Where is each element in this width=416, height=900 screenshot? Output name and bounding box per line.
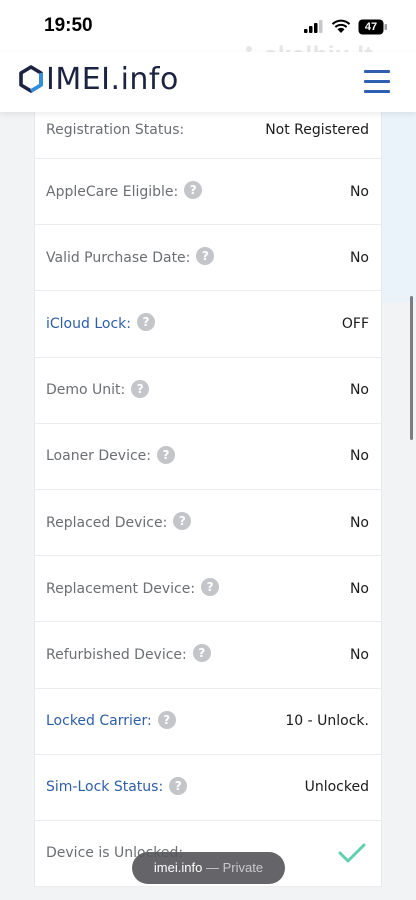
table-row: Sim-Lock Status:? Unlocked [35,755,381,821]
row-value: No [349,448,369,465]
table-row: Loaner Device:? No [35,424,381,490]
table-row: AppleCare Eligible:? No [35,159,381,226]
row-label: AppleCare Eligible:? [46,181,203,200]
table-row: Replacement Device:? No [35,556,381,623]
table-row: Demo Unit:? No [35,358,381,424]
background-accent [382,112,416,302]
row-label: Refurbished Device:? [46,644,211,663]
row-value: No [349,514,369,531]
help-icon[interactable]: ? [157,710,176,729]
row-label[interactable]: iCloud Lock:? [46,313,155,332]
row-label-text[interactable]: Sim-Lock Status: [46,779,163,795]
row-value: OFF [341,315,369,332]
row-value: 10 - Unlock. [285,713,369,730]
help-icon[interactable]: ? [173,512,192,531]
wifi-icon [331,19,351,33]
row-label: Registration Status: [46,122,184,138]
row-label: Valid Purchase Date:? [46,247,215,266]
table-row: Valid Purchase Date:? No [35,225,381,292]
row-label-text: Registration Status: [46,122,185,138]
row-label: Loaner Device:? [46,445,175,465]
content-area: Registration Status: Not Registered AppleC… [0,112,416,900]
row-label-text: Refurbished Device: [46,646,187,663]
table-row: Registration Status: Not Registered [35,112,381,159]
logo-text[interactable]: IMEI.info [46,62,179,97]
imei-logo-icon[interactable] [18,65,44,95]
row-label: Replacement Device:? [46,578,220,597]
table-row: Locked Carrier:? 10 - Unlock. [35,689,381,755]
row-label[interactable]: Locked Carrier:? [46,710,176,729]
help-icon[interactable]: ? [169,776,188,795]
status-time: 19:50 [44,15,93,36]
row-value: No [349,382,369,399]
pill-separator: — [205,860,219,875]
help-icon[interactable]: ? [184,181,203,200]
row-label-text[interactable]: iCloud Lock: [46,316,131,332]
row-label-text: Demo Unit: [46,382,126,399]
cellular-signal-icon [304,20,323,33]
help-icon[interactable]: ? [157,445,175,464]
row-value: No [349,580,369,597]
row-label-text: Replacement Device: [46,580,196,597]
row-label-text: AppleCare Eligible: [46,183,179,200]
pill-mode: Private [222,860,264,875]
row-label: Replaced Device:? [46,512,192,531]
help-icon[interactable]: ? [136,313,155,332]
battery-level: 47 [364,21,378,33]
help-icon[interactable]: ? [192,644,211,663]
row-label-text: Loaner Device: [46,448,151,465]
help-icon[interactable]: ? [196,247,215,266]
row-label: Demo Unit:? [46,379,150,399]
table-row: Refurbished Device:? No [35,622,381,689]
row-value: No [349,249,369,266]
help-icon[interactable]: ? [201,578,220,597]
status-bar: 19:50 47 skelbiu.lt [0,0,416,69]
row-label-text: Valid Purchase Date: [46,249,191,266]
scrollbar[interactable] [410,296,413,440]
row-value: No [349,183,369,200]
table-row: Replaced Device:? No [35,490,381,557]
row-value: No [349,646,369,663]
row-value: Not Registered [265,122,369,138]
row-label[interactable]: Sim-Lock Status:? [46,776,188,795]
table-row: iCloud Lock:? OFF [35,291,381,358]
row-label-text: Replaced Device: [46,514,168,531]
help-icon[interactable]: ? [131,379,150,398]
private-browsing-pill[interactable]: imei.info — Private [132,852,285,884]
row-label-text[interactable]: Locked Carrier: [46,713,152,729]
hamburger-menu-icon[interactable] [364,70,392,94]
checkmark-icon [338,843,366,863]
row-value: Unlocked [304,779,369,796]
site-header: IMEI.info [0,52,416,112]
device-info-table: Registration Status: Not Registered AppleC… [34,112,382,888]
pill-site: imei.info [153,860,203,875]
